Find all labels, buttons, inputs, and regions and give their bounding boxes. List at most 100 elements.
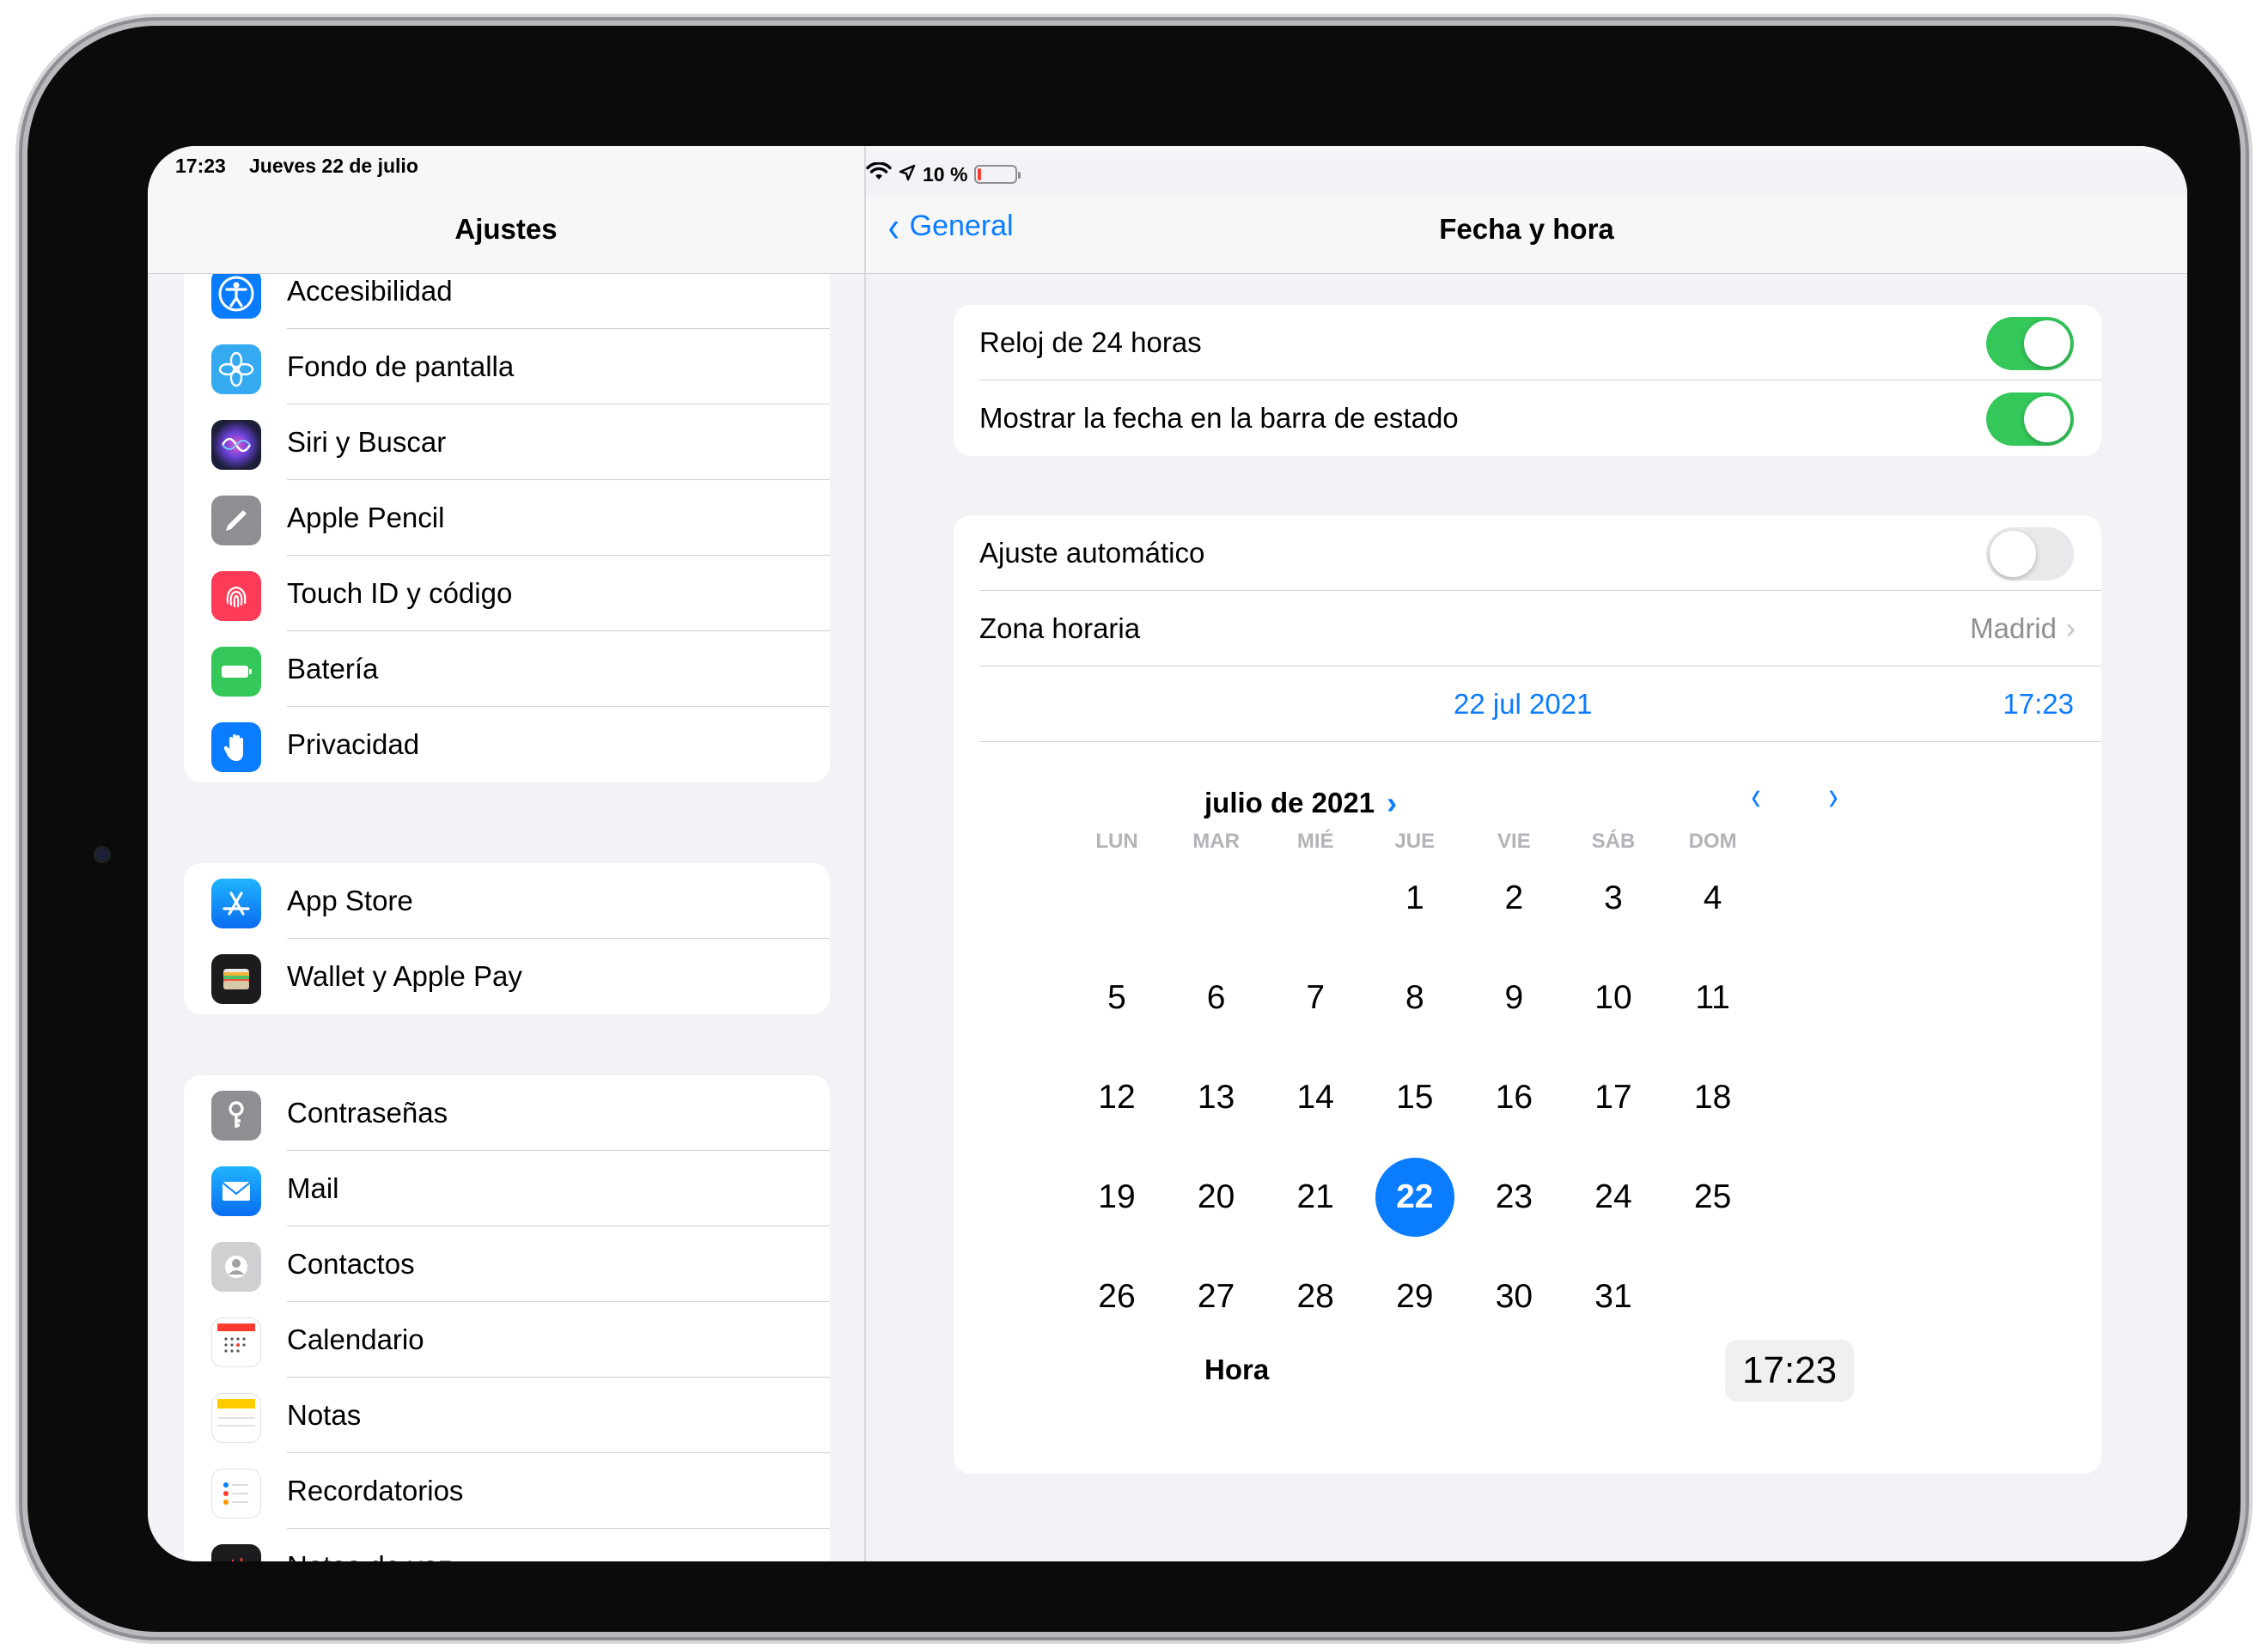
calendar-day[interactable]: 28 <box>1276 1257 1355 1336</box>
clock24-toggle[interactable] <box>1986 317 2074 370</box>
calendar-day[interactable]: 4 <box>1674 859 1753 938</box>
calendar-day[interactable]: 16 <box>1474 1058 1553 1137</box>
calendar-day[interactable]: 27 <box>1177 1257 1256 1336</box>
reminders-icon <box>211 1469 261 1518</box>
calendar-day[interactable]: 13 <box>1177 1058 1256 1137</box>
status-bar: 17:23 Jueves 22 de julio 10 % <box>148 146 2187 196</box>
sidebar-item-recordatorios[interactable]: Recordatorios <box>184 1453 830 1529</box>
calendar-day[interactable]: 12 <box>1077 1058 1156 1137</box>
calendar-day[interactable]: 15 <box>1375 1058 1454 1137</box>
calendar-day-selected[interactable]: 22 <box>1375 1158 1454 1237</box>
weekday-label: DOM <box>1688 830 1737 853</box>
calendar-day[interactable]: 24 <box>1574 1158 1653 1237</box>
app-store-icon <box>211 879 261 928</box>
show-date-toggle[interactable] <box>1986 392 2074 446</box>
notes-icon <box>211 1393 261 1443</box>
weekday-label: MAR <box>1192 830 1240 853</box>
calendar-day[interactable]: 30 <box>1474 1257 1553 1336</box>
auto-set-toggle[interactable] <box>1986 527 2074 581</box>
siri-icon <box>211 420 261 470</box>
sidebar-item-touch-id[interactable]: Touch ID y código <box>184 556 830 631</box>
calendar-day[interactable]: 8 <box>1375 958 1454 1037</box>
settings-group-2: App Store Wallet y Apple Pay <box>184 863 830 1014</box>
auto-set-row: Ajuste automático <box>954 515 2101 591</box>
show-date-label: Mostrar la fecha en la barra de estado <box>979 402 1459 434</box>
calendar-day[interactable]: 25 <box>1674 1158 1753 1237</box>
calendar-day[interactable]: 2 <box>1474 859 1553 938</box>
calendar-day[interactable]: 31 <box>1574 1257 1653 1336</box>
front-camera <box>96 849 108 861</box>
sidebar-item-siri[interactable]: Siri y Buscar <box>184 405 830 480</box>
toggle-knob <box>2024 320 2070 367</box>
sidebar-item-label: Fondo de pantalla <box>287 350 515 382</box>
sidebar-item-label: Batería <box>287 653 379 685</box>
next-month-button[interactable]: › <box>1828 773 1838 820</box>
calendar-day[interactable]: 21 <box>1276 1158 1355 1237</box>
mail-icon <box>211 1166 261 1216</box>
weekday-label: MIÉ <box>1296 830 1334 853</box>
month-year-picker[interactable]: julio de 2021 › <box>1204 785 1397 821</box>
wallet-icon <box>211 954 261 1004</box>
selected-datetime-row: 22 jul 2021 17:23 <box>954 666 2101 742</box>
sidebar-item-notas-de-voz[interactable]: Notas de voz <box>184 1529 830 1561</box>
sidebar-item-label: Notas <box>287 1399 362 1431</box>
sidebar-item-label: Privacidad <box>287 728 420 760</box>
settings-group-1: Accesibilidad Fondo de pantalla Siri y B… <box>184 253 830 782</box>
sidebar-item-app-store[interactable]: App Store <box>184 863 830 939</box>
sidebar-item-notas[interactable]: Notas <box>184 1378 830 1453</box>
sidebar-item-label: Wallet y Apple Pay <box>287 960 522 992</box>
clock24-label: Reloj de 24 horas <box>979 326 1202 358</box>
timezone-label: Zona horaria <box>979 612 1141 644</box>
calendar-day[interactable]: 17 <box>1574 1058 1653 1137</box>
calendar-day[interactable]: 1 <box>1375 859 1454 938</box>
sidebar-item-mail[interactable]: Mail <box>184 1151 830 1226</box>
calendar-day[interactable]: 14 <box>1276 1058 1355 1137</box>
calendar-day[interactable]: 10 <box>1574 958 1653 1037</box>
sidebar-item-privacidad[interactable]: Privacidad <box>184 707 830 782</box>
time-picker[interactable]: 17:23 <box>1725 1340 1854 1402</box>
pencil-icon <box>211 496 261 545</box>
calendar-day[interactable]: 3 <box>1574 859 1653 938</box>
show-date-row: Mostrar la fecha en la barra de estado <box>954 380 2101 456</box>
calendar-day[interactable]: 23 <box>1474 1158 1553 1237</box>
settings-sidebar: Ajustes Accesibilidad Fondo de pantalla <box>148 146 866 1561</box>
calendar-day[interactable]: 7 <box>1276 958 1355 1037</box>
selected-date[interactable]: 22 jul 2021 <box>1454 688 1592 721</box>
calendar-day[interactable]: 20 <box>1177 1158 1256 1237</box>
detail-pane: ‹ General Fecha y hora Reloj de 24 horas… <box>866 146 2187 1561</box>
auto-set-label: Ajuste automático <box>979 537 1205 569</box>
sidebar-item-wallet[interactable]: Wallet y Apple Pay <box>184 939 830 1014</box>
status-date: Jueves 22 de julio <box>249 155 418 177</box>
key-icon <box>211 1091 261 1141</box>
sidebar-item-contrasenas[interactable]: Contraseñas <box>184 1075 830 1151</box>
calendar-day[interactable]: 26 <box>1077 1257 1156 1336</box>
sidebar-item-label: Touch ID y código <box>287 577 513 609</box>
sidebar-item-calendario[interactable]: Calendario <box>184 1302 830 1378</box>
fingerprint-icon <box>211 571 261 621</box>
month-year-label: julio de 2021 <box>1204 787 1375 818</box>
calendar-day[interactable]: 9 <box>1474 958 1553 1037</box>
calendar-day[interactable]: 18 <box>1674 1058 1753 1137</box>
calendar-day[interactable]: 5 <box>1077 958 1156 1037</box>
selected-time[interactable]: 17:23 <box>2003 688 2074 721</box>
calendar-day[interactable]: 11 <box>1674 958 1753 1037</box>
prev-month-button[interactable]: ‹ <box>1751 773 1760 820</box>
calendar-day[interactable]: 6 <box>1177 958 1256 1037</box>
toggle-knob <box>1990 531 2036 577</box>
timezone-row[interactable]: Zona horaria Madrid › <box>954 591 2101 666</box>
sidebar-item-bateria[interactable]: Batería <box>184 631 830 707</box>
sidebar-title: Ajustes <box>454 213 558 245</box>
date-time-card: Ajuste automático Zona horaria Madrid › … <box>954 515 2101 1474</box>
sidebar-item-fondo-de-pantalla[interactable]: Fondo de pantalla <box>184 329 830 405</box>
accessibility-icon <box>211 269 261 319</box>
device-bezel: 17:23 Jueves 22 de julio 10 % Ajustes Ac… <box>27 26 2241 1632</box>
sidebar-item-apple-pencil[interactable]: Apple Pencil <box>184 480 830 556</box>
hand-icon <box>211 722 261 772</box>
toggle-knob <box>2024 396 2070 442</box>
calendar-day[interactable]: 19 <box>1077 1158 1156 1237</box>
settings-group-3: Contraseñas Mail Contactos Calendario No… <box>184 1075 830 1561</box>
wallpaper-flower-icon <box>211 344 261 394</box>
status-right: 10 % <box>866 153 2187 196</box>
sidebar-item-contactos[interactable]: Contactos <box>184 1226 830 1302</box>
calendar-day[interactable]: 29 <box>1375 1257 1454 1336</box>
